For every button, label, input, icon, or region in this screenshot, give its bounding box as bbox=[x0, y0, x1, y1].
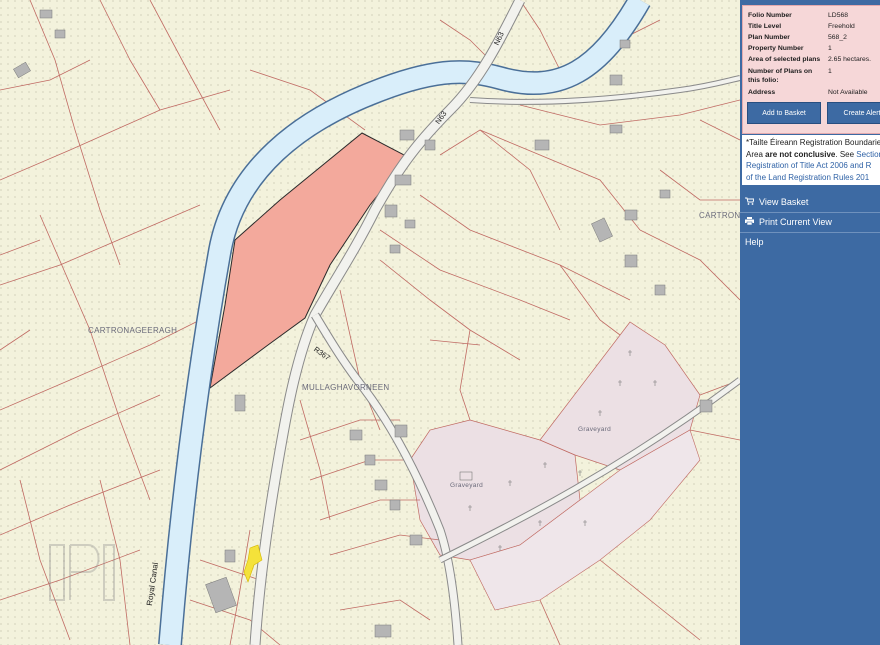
title-level-row: Title Level Freehold bbox=[748, 23, 855, 30]
sidebar: Folio Number LD568 Title Level Freehold Pl… bbox=[740, 0, 880, 645]
title-level-value: Freehold bbox=[828, 23, 855, 30]
notice-line-2c: . See bbox=[835, 149, 857, 159]
title-level-label: Title Level bbox=[748, 23, 782, 30]
folio-number-label: Folio Number bbox=[748, 12, 792, 19]
map-canvas[interactable] bbox=[0, 0, 740, 645]
sidebar-divider-2 bbox=[740, 232, 880, 233]
shopping-cart-icon bbox=[745, 197, 755, 207]
graveyard-label-2: Graveyard bbox=[578, 426, 612, 433]
notice-line-2a: Area bbox=[746, 149, 766, 159]
registration-notice: *Tailte Éireann Registration Boundaries … bbox=[742, 135, 880, 185]
plan-number-label: Plan Number bbox=[748, 34, 790, 41]
notice-line-2: Area are not conclusive. See Section bbox=[746, 149, 880, 161]
area-label: Area of selected plans bbox=[748, 56, 821, 63]
num-plans-label: Number of Plans on bbox=[748, 68, 813, 75]
section-link[interactable]: Section bbox=[856, 150, 880, 159]
map-view[interactable]: CARTRONAGEERAGH MULLAGHAVORNEEN CARTRONA… bbox=[0, 0, 740, 645]
rules-link[interactable]: of the Land Registration Rules 201 bbox=[746, 172, 880, 184]
notice-line-2b: are not conclusive bbox=[765, 149, 836, 159]
help-link[interactable]: Help bbox=[745, 237, 764, 247]
address-row: Address Not Available bbox=[748, 89, 868, 96]
folio-number-row: Folio Number LD568 bbox=[748, 12, 848, 19]
view-basket-label: View Basket bbox=[759, 197, 809, 207]
property-number-row: Property Number 1 bbox=[748, 45, 832, 52]
num-plans-label-2: this folio: bbox=[748, 77, 779, 84]
sidebar-divider-1 bbox=[740, 212, 880, 213]
num-plans-row-2: this folio: bbox=[748, 77, 828, 84]
help-label: Help bbox=[745, 237, 764, 247]
address-value: Not Available bbox=[828, 89, 868, 96]
place-label-cartronageeragh: CARTRONAGEERAGH bbox=[88, 326, 178, 335]
graveyard-label-1: Graveyard bbox=[450, 482, 484, 489]
address-label: Address bbox=[748, 89, 776, 96]
create-alert-button[interactable]: Create Alert bbox=[827, 102, 880, 124]
folio-number-value: LD568 bbox=[828, 12, 849, 19]
printer-icon bbox=[745, 217, 755, 227]
add-to-basket-button[interactable]: Add to Basket bbox=[747, 102, 821, 124]
place-label-mullaghavorneen: MULLAGHAVORNEEN bbox=[302, 383, 390, 392]
num-plans-value: 1 bbox=[828, 68, 832, 75]
view-basket-link[interactable]: View Basket bbox=[745, 197, 808, 207]
num-plans-row: Number of Plans on 1 bbox=[748, 68, 832, 75]
area-row: Area of selected plans 2.65 hectares. bbox=[748, 56, 871, 63]
print-current-view-link[interactable]: Print Current View bbox=[745, 217, 832, 227]
property-number-label: Property Number bbox=[748, 45, 804, 52]
act-link[interactable]: Registration of Title Act 2006 and R bbox=[746, 160, 880, 172]
notice-line-1: *Tailte Éireann Registration Boundaries bbox=[746, 138, 880, 147]
plan-number-row: Plan Number 568_2 bbox=[748, 34, 847, 41]
plan-number-value: 568_2 bbox=[828, 34, 847, 41]
area-value: 2.65 hectares. bbox=[828, 56, 872, 63]
property-info-card: Folio Number LD568 Title Level Freehold Pl… bbox=[742, 5, 880, 134]
property-number-value: 1 bbox=[828, 45, 832, 52]
place-label-cartrona: CARTRONA bbox=[699, 211, 740, 220]
print-current-view-label: Print Current View bbox=[759, 217, 832, 227]
